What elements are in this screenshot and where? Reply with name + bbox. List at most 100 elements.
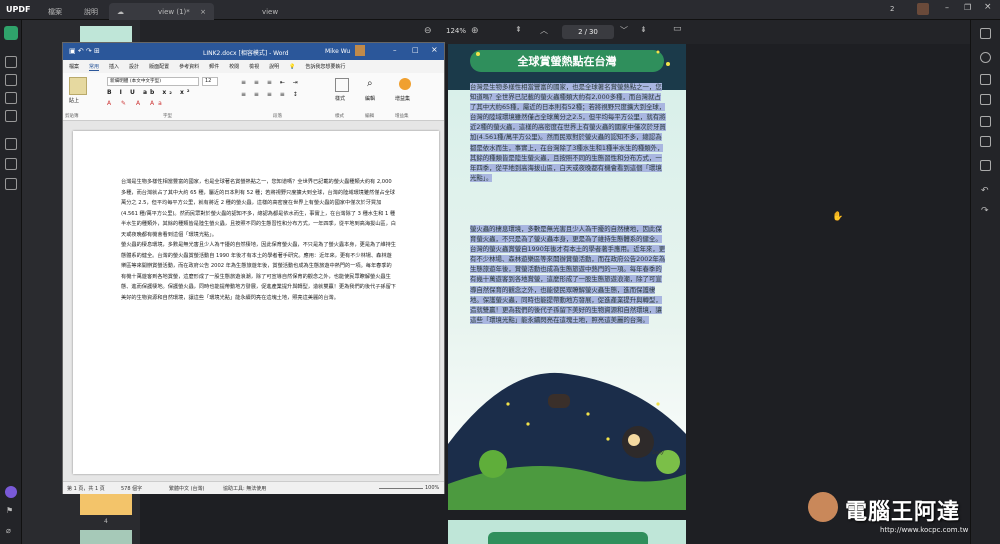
attachment-icon[interactable]: ⌀ — [6, 526, 11, 535]
font-size-select[interactable]: 12 — [202, 77, 218, 86]
group-paragraph: 段落 — [273, 114, 282, 119]
prev-page-icon[interactable]: ︿ — [540, 25, 548, 36]
protect-icon[interactable] — [5, 158, 17, 170]
protect-password-icon[interactable] — [980, 94, 991, 105]
save-icon[interactable] — [980, 160, 991, 171]
close-icon[interactable]: × — [431, 45, 438, 54]
zoom-out-icon[interactable]: ⊖ — [424, 26, 432, 36]
autosave-icon[interactable]: ▣ ↶ ↷ ⊞ — [69, 47, 100, 55]
styles-icon[interactable] — [335, 78, 349, 92]
left-tool-bar: ⚑ ⌀ — [0, 20, 22, 544]
page-thumbnail[interactable] — [80, 493, 132, 515]
tab-view-2[interactable]: view — [220, 3, 320, 20]
ribbon-tab[interactable]: 設計 — [129, 63, 139, 70]
convert-icon[interactable] — [980, 28, 991, 39]
document-page[interactable]: 台灣是生物多樣性相當豐富的國家，也是全球著名賞螢熱點之一，您知道嗎？全世界已記載… — [73, 131, 439, 474]
last-page-icon[interactable]: ⇟ — [640, 25, 647, 34]
presentation-icon[interactable]: ▭ — [673, 24, 682, 34]
batch-icon[interactable] — [980, 52, 991, 63]
maximize-icon[interactable]: □ — [412, 46, 419, 54]
word-count[interactable]: 578 個字 — [121, 485, 142, 492]
redo-icon[interactable]: ↷ — [981, 206, 989, 216]
tab-label: view (1)* — [158, 7, 190, 16]
email-icon[interactable] — [980, 136, 991, 147]
page-indicator[interactable]: 2/30 — [562, 25, 614, 39]
search-icon[interactable]: ⌕ — [367, 78, 373, 89]
ribbon-tab[interactable]: 說明 — [269, 63, 279, 70]
pdf-paragraph[interactable]: 台灣是生物多樣性相當豐富的國家，也是全球著名賞螢熱點之一，您知道嗎？全世界已記載… — [470, 82, 666, 183]
edit-pdf-icon[interactable] — [5, 74, 17, 86]
pdf-paragraph[interactable]: 螢火蟲的棲息環境，多數是無光害且少人為干擾的自然棲地，因此保育螢火蟲，不只是為了… — [470, 224, 666, 325]
ribbon-tab[interactable]: 常用 — [89, 63, 100, 71]
language[interactable]: 繁體中文 (台灣) — [169, 485, 205, 492]
ribbon-tab[interactable]: 插入 — [109, 63, 119, 70]
ocr-icon[interactable] — [5, 138, 17, 150]
menu-file[interactable]: 檔案 — [48, 3, 62, 20]
paste-icon[interactable] — [69, 77, 87, 95]
format-buttons[interactable]: B I U ab x₂ x² — [107, 89, 192, 96]
color-buttons[interactable]: A ✎ A Aa — [107, 100, 166, 107]
ribbon-tab[interactable]: 檔案 — [69, 63, 79, 70]
ai-assistant-icon[interactable] — [5, 486, 17, 498]
page-organize-icon[interactable] — [5, 110, 17, 122]
reader-mode-icon[interactable] — [4, 26, 18, 40]
zoom-percent[interactable]: 100% — [425, 485, 439, 491]
comment-icon[interactable] — [5, 56, 17, 68]
mascot-logo — [808, 492, 838, 522]
bookmark-icon[interactable]: ⚑ — [6, 506, 13, 515]
watermark-brand: 電腦王阿達 — [845, 500, 961, 525]
group-clipboard: 剪貼簿 — [65, 114, 79, 119]
ribbon-tab[interactable]: 郵件 — [209, 63, 219, 70]
paragraph-buttons[interactable]: ≡ ≡ ≡ ⇤ ⇥ — [241, 79, 301, 86]
right-tool-bar: ↶ ↷ — [970, 20, 1000, 544]
watermark-url: http://www.kocpc.com.tw — [880, 526, 969, 534]
page-count-badge: 2 — [890, 5, 895, 13]
form-icon[interactable] — [5, 92, 17, 104]
pdf-title: 全球賞螢熱點在台灣 — [517, 55, 617, 68]
paragraph: 螢火蟲的棲息環境，多數是無光害且少人為干擾的自然棲地，因此保育螢火蟲，不只是為了… — [121, 242, 396, 301]
close-window-icon[interactable]: × — [984, 2, 992, 12]
word-window[interactable]: ▣ ↶ ↷ ⊞ LINK2.docx [相容模式] - Word Mike Wu… — [62, 42, 445, 494]
title-bar: UPDF 檔案 說明 ☁ view (1)* × view 2 – ❐ × — [0, 0, 1000, 20]
tell-me-search[interactable]: 告訴我您想要執行 — [305, 63, 345, 70]
share-icon[interactable] — [980, 116, 991, 127]
document-title: LINK2.docx [相容模式] - Word — [203, 50, 289, 57]
first-page-icon[interactable]: ⇞ — [515, 25, 522, 34]
align-buttons[interactable]: ≡ ≡ ≡ ≡ ↕ — [241, 91, 301, 98]
lightbulb-icon: 💡 — [289, 63, 296, 70]
undo-icon[interactable]: ↶ — [981, 186, 989, 196]
ribbon-tab[interactable]: 檢視 — [249, 63, 259, 70]
accessibility-status[interactable]: 協助工具: 無法使用 — [223, 485, 266, 492]
user-avatar[interactable] — [355, 45, 365, 56]
app-logo: UPDF — [6, 5, 31, 14]
page-current: 2 — [578, 28, 583, 36]
group-addins: 增益集 — [395, 114, 409, 119]
pdf-page[interactable]: 全球賞螢熱點在台灣 台灣是生物多樣性相當豐富的國家，也是全球著名賞螢熱點之一，您… — [448, 44, 686, 510]
page-thumbnail[interactable] — [80, 530, 132, 544]
document-text[interactable]: 台灣是生物多樣性相當豐富的國家，也是全球著名賞螢熱點之一，您知道嗎？全世界已記載… — [121, 177, 396, 303]
sign-icon[interactable] — [5, 178, 17, 190]
close-icon[interactable]: × — [200, 8, 206, 16]
avatar[interactable] — [917, 3, 929, 15]
ribbon-tab[interactable]: 校閱 — [229, 63, 239, 70]
next-page-icon[interactable]: ﹀ — [620, 25, 628, 36]
cloud-icon: ☁ — [117, 7, 124, 16]
maximize-icon[interactable]: ❐ — [964, 3, 971, 12]
page-status[interactable]: 第 1 頁，共 1 頁 — [67, 485, 105, 492]
minimize-icon[interactable]: – — [393, 46, 397, 54]
ocr-export-icon[interactable] — [980, 74, 991, 85]
minimize-icon[interactable]: – — [945, 3, 949, 12]
next-pdf-page[interactable] — [448, 520, 686, 544]
group-styles: 樣式 — [335, 114, 344, 119]
zoom-slider[interactable] — [379, 488, 423, 489]
zoom-in-icon[interactable]: ⊕ — [471, 26, 479, 36]
page-separator: / — [584, 28, 587, 36]
zoom-level[interactable]: 124% — [446, 27, 466, 35]
menu-help[interactable]: 說明 — [84, 3, 98, 20]
tab-view-1[interactable]: ☁ view (1)* × — [109, 3, 214, 20]
ribbon-tab[interactable]: 參考資料 — [179, 63, 199, 70]
addin-icon[interactable] — [399, 78, 411, 90]
ribbon-tab[interactable]: 版面配置 — [149, 63, 169, 70]
font-name-select[interactable]: 新細明體 (本文中文字型) — [107, 77, 199, 86]
page-total: 30 — [588, 28, 598, 36]
